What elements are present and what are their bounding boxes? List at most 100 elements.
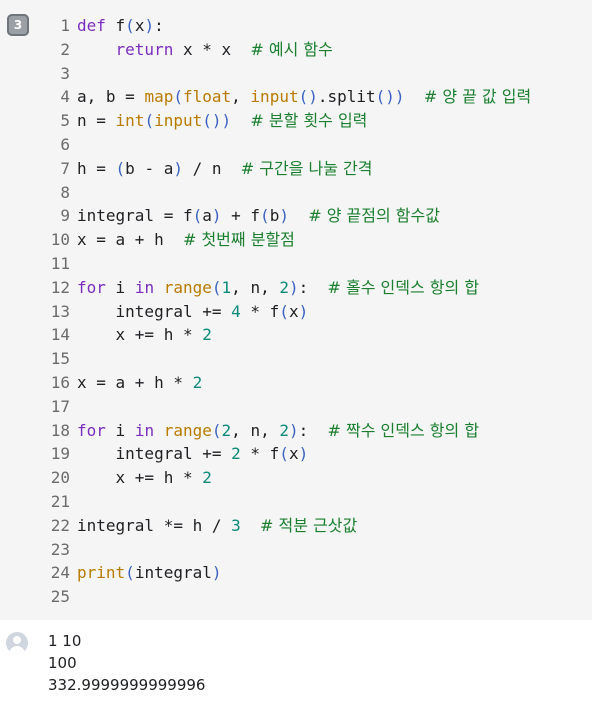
code-line[interactable]: 6 xyxy=(0,133,592,157)
code-line[interactable]: 22 integral *= h / 3 # 적분 근삿값 xyxy=(0,514,592,538)
code-token: ( xyxy=(173,87,183,107)
line-number: 16 xyxy=(50,372,70,392)
code-token: b xyxy=(269,206,280,226)
code-line[interactable]: 13 integral += 4 * f(x) xyxy=(0,300,592,324)
code-token: b - a xyxy=(125,158,174,178)
code-token: ) xyxy=(288,420,299,440)
code-line[interactable]: 4 a, b = map(float, input().split()) # 양 … xyxy=(0,85,592,109)
output-area: 1 10 100 332.9999999999996 xyxy=(0,620,592,707)
code-line[interactable]: 20 x += h * 2 xyxy=(0,466,592,490)
code-token: range xyxy=(163,420,212,440)
code-token: in xyxy=(134,277,155,297)
code-token: ( xyxy=(144,111,155,131)
code-token: int xyxy=(115,111,145,131)
output-line: 100 xyxy=(48,654,77,672)
code-token: # 예시 함수 xyxy=(250,39,333,59)
code-line[interactable]: 9 integral = f(a) + f(b) # 양 끝점의 함수값 xyxy=(0,204,592,228)
code-text: n = int(input()) # 분할 횟수 입력 xyxy=(77,109,367,133)
code-token: ) xyxy=(298,444,309,464)
code-token: ( xyxy=(211,277,222,297)
code-token: ( xyxy=(192,206,203,226)
code-line[interactable]: 3 xyxy=(0,62,592,86)
code-line[interactable]: 2 return x * x # 예시 함수 xyxy=(0,38,592,62)
line-number: 17 xyxy=(50,396,70,416)
code-text: def f(x): xyxy=(77,14,164,38)
code-token: range xyxy=(163,277,212,297)
output-line: 332.9999999999996 xyxy=(48,676,206,694)
code-line[interactable]: 1 def f(x): xyxy=(0,14,592,38)
code-token: i xyxy=(105,420,135,440)
code-token: * f xyxy=(240,301,280,321)
code-token: () xyxy=(375,87,395,107)
code-line[interactable]: 18 for i in range(2, n, 2): # 짝수 인덱스 항의 합 xyxy=(0,419,592,443)
line-number: 12 xyxy=(50,277,70,297)
code-token: x xyxy=(288,301,299,321)
code-token: float xyxy=(182,87,232,107)
code-token: a, b = xyxy=(77,87,145,107)
code-token: # 적분 근삿값 xyxy=(260,515,358,535)
output-line: 1 10 xyxy=(48,632,82,650)
code-token: a xyxy=(202,206,212,226)
code-line[interactable]: 12 for i in range(1, n, 2): # 홀수 인덱스 항의 합 xyxy=(0,276,592,300)
line-number: 19 xyxy=(50,444,70,464)
line-number: 1 xyxy=(60,16,70,35)
code-token: ( xyxy=(211,420,222,440)
code-line[interactable]: 17 xyxy=(0,395,592,419)
code-cell[interactable]: 3 1 def f(x): 2 return x * x # 예시 함수 3 4 a, b… xyxy=(0,0,592,620)
code-token: 2 xyxy=(192,372,203,392)
code-token: 2 xyxy=(279,420,289,440)
code-token: ) xyxy=(221,111,232,131)
code-line[interactable]: 23 xyxy=(0,538,592,562)
code-token: 3 xyxy=(231,515,241,535)
code-token: x = a + h xyxy=(77,230,183,250)
code-token: , n, xyxy=(231,420,280,440)
code-token: f xyxy=(105,16,126,35)
code-line[interactable]: 21 xyxy=(0,490,592,514)
code-token: ( xyxy=(125,16,135,35)
code-token: 2 xyxy=(231,444,241,464)
code-token: 2 xyxy=(221,420,232,440)
code-token: integral xyxy=(134,563,212,583)
code-editor[interactable]: 1 def f(x): 2 return x * x # 예시 함수 3 4 a, b =… xyxy=(0,14,592,609)
line-number: 11 xyxy=(50,253,70,273)
code-text: for i in range(1, n, 2): # 홀수 인덱스 항의 합 xyxy=(77,276,479,300)
code-token: ) xyxy=(144,16,155,35)
line-number: 24 xyxy=(50,563,70,583)
code-line[interactable]: 15 xyxy=(0,347,592,371)
code-line[interactable]: 8 xyxy=(0,181,592,205)
code-line[interactable]: 25 xyxy=(0,585,592,609)
code-line[interactable]: 11 xyxy=(0,252,592,276)
code-line[interactable]: 19 integral += 2 * f(x) xyxy=(0,442,592,466)
notebook-frame: 3 1 def f(x): 2 return x * x # 예시 함수 3 4 a, b… xyxy=(0,0,592,707)
code-token: ( xyxy=(279,444,289,464)
code-line[interactable]: 14 x += h * 2 xyxy=(0,323,592,347)
code-text: return x * x # 예시 함수 xyxy=(77,38,333,62)
code-text: x += h * 2 xyxy=(77,466,212,490)
code-token: ( xyxy=(125,563,135,583)
line-number: 22 xyxy=(50,515,70,535)
line-number: 9 xyxy=(60,206,70,226)
code-token: # 홀수 인덱스 항의 합 xyxy=(327,277,480,297)
code-line[interactable]: 5 n = int(input()) # 분할 횟수 입력 xyxy=(0,109,592,133)
code-line[interactable]: 24 print(integral) xyxy=(0,561,592,585)
code-token: x xyxy=(134,16,145,35)
code-token: in xyxy=(134,420,155,440)
line-number: 3 xyxy=(60,63,70,83)
code-token: () xyxy=(202,111,222,131)
code-line[interactable]: 7 h = (b - a) / n # 구간을 나눌 간격 xyxy=(0,157,592,181)
code-token: x xyxy=(288,444,299,464)
code-token: .split xyxy=(317,87,376,107)
code-line[interactable]: 10 x = a + h # 첫번째 분할점 xyxy=(0,228,592,252)
line-number: 20 xyxy=(50,468,70,488)
code-text: integral += 4 * f(x) xyxy=(77,300,309,324)
code-token: ( xyxy=(115,158,126,178)
line-number: 2 xyxy=(60,39,70,59)
code-text: a, b = map(float, input().split()) # 양 끝… xyxy=(77,85,531,109)
code-token: : xyxy=(298,420,328,440)
code-line[interactable]: 16 x = a + h * 2 xyxy=(0,371,592,395)
line-number: 18 xyxy=(50,420,70,440)
code-token: : xyxy=(154,16,164,35)
user-avatar-icon xyxy=(6,632,28,654)
